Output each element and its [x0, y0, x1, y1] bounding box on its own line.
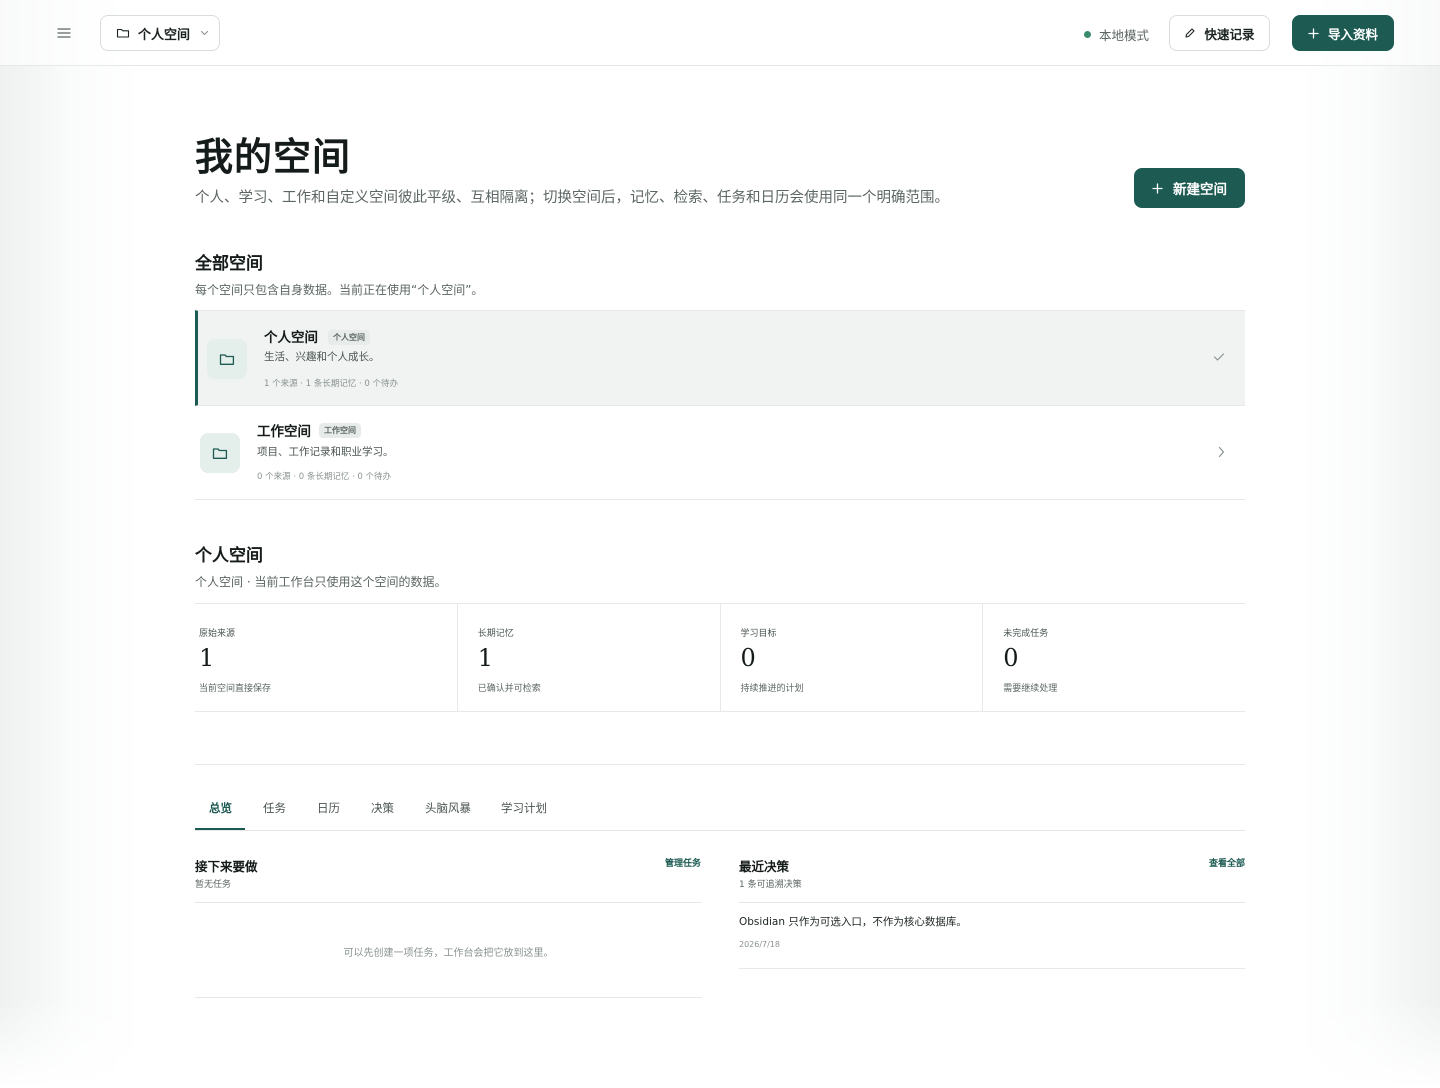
space-description: 生活、兴趣和个人成长。 [264, 351, 380, 363]
tab-tasks[interactable]: 任务 [263, 800, 286, 816]
stats-grid: 原始来源 1 当前空间直接保存 长期记忆 1 已确认并可检索 学习目标 0 持续… [195, 603, 1245, 712]
space-meta: 1 个来源 · 1 条长期记忆 · 0 个待办 [264, 379, 399, 389]
folder-icon [116, 28, 130, 38]
panel-divider [195, 997, 702, 998]
folder-icon [219, 353, 235, 365]
stat-label: 学习目标 [740, 629, 777, 639]
import-button[interactable]: 导入资料 [1292, 15, 1394, 51]
plus-icon [1308, 27, 1319, 39]
menu-button[interactable] [50, 19, 78, 47]
stat-label: 长期记忆 [477, 629, 514, 639]
recent-decisions-subtitle: 1 条可追溯决策 [739, 880, 802, 890]
import-label: 导入资料 [1327, 26, 1378, 42]
status-dot-icon [1084, 31, 1091, 38]
stat-label: 未完成任务 [1003, 629, 1049, 639]
new-space-button[interactable]: 新建空间 [1134, 168, 1245, 208]
current-space-title: 个人空间 [195, 546, 263, 566]
decision-item-text[interactable]: Obsidian 只作为可选入口，不作为核心数据库。 [739, 914, 967, 929]
panel-divider [739, 968, 1245, 969]
active-tab-indicator [195, 828, 245, 830]
stat-value: 1 [477, 644, 494, 672]
decision-item-date: 2026/7/18 [739, 940, 781, 949]
space-switcher-dropdown[interactable]: 个人空间 [100, 15, 220, 51]
empty-tasks-message: 可以先创建一项任务，工作台会把它放到这里。 [343, 948, 554, 959]
stat-note: 已确认并可检索 [477, 684, 541, 694]
hamburger-menu-icon [57, 28, 71, 38]
quick-record-button[interactable]: 快速记录 [1169, 15, 1270, 51]
stat-note: 当前空间直接保存 [199, 684, 272, 694]
tab-learning-plan[interactable]: 学习计划 [501, 800, 547, 816]
top-bar: 个人空间 本地模式 快速记录 导入资料 [0, 0, 1440, 66]
all-spaces-title: 全部空间 [195, 254, 263, 274]
bottom-fade [0, 998, 1440, 1088]
plus-icon [1152, 182, 1163, 194]
all-spaces-subtitle: 每个空间只包含自身数据。当前正在使用“个人空间”。 [195, 283, 484, 297]
stat-card-sources: 原始来源 1 当前空间直接保存 [195, 604, 458, 711]
space-item-personal[interactable]: 个人空间 个人空间 生活、兴趣和个人成长。 1 个来源 · 1 条长期记忆 · … [195, 310, 1245, 406]
next-up-title: 接下来要做 [195, 859, 258, 874]
stat-card-goals: 学习目标 0 持续推进的计划 [721, 604, 984, 711]
stat-label: 原始来源 [199, 629, 236, 639]
tab-overview[interactable]: 总览 [209, 800, 232, 816]
current-space-label: 个人空间 [138, 27, 191, 43]
page-description: 个人、学习、工作和自定义空间彼此平级、互相隔离；切换空间后，记忆、检索、任务和日… [195, 190, 949, 206]
stat-value: 1 [199, 644, 215, 672]
stat-card-memories: 长期记忆 1 已确认并可检索 [458, 604, 721, 711]
space-item-work[interactable]: 工作空间 工作空间 项目、工作记录和职业学习。 0 个来源 · 0 条长期记忆 … [195, 406, 1245, 500]
panel-divider [739, 902, 1245, 903]
chevron-right-icon [1218, 446, 1225, 458]
space-meta: 0 个来源 · 0 条长期记忆 · 0 个待办 [257, 472, 392, 482]
chevron-down-icon [200, 30, 209, 36]
page-title: 我的空间 [195, 134, 352, 179]
stat-note: 需要继续处理 [1003, 684, 1058, 694]
view-all-link[interactable]: 查看全部 [1209, 856, 1245, 869]
stat-note: 持续推进的计划 [740, 684, 804, 694]
new-space-label: 新建空间 [1173, 182, 1227, 198]
space-type-badge: 个人空间 [328, 330, 370, 345]
stat-value: 0 [740, 644, 756, 672]
current-space-subtitle: 个人空间 · 当前工作台只使用这个空间的数据。 [195, 575, 447, 589]
checkmark-icon [1213, 353, 1225, 361]
next-up-subtitle: 暂无任务 [195, 880, 232, 890]
space-name: 个人空间 [264, 330, 318, 346]
mode-label: 本地模式 [1099, 28, 1150, 43]
space-folder-badge [207, 339, 247, 379]
space-description: 项目、工作记录和职业学习。 [257, 446, 394, 458]
quick-record-label: 快速记录 [1204, 26, 1255, 42]
recent-decisions-title: 最近决策 [739, 859, 790, 874]
stat-card-tasks: 未完成任务 0 需要继续处理 [983, 604, 1245, 711]
space-type-badge: 工作空间 [319, 423, 361, 438]
space-name: 工作空间 [257, 424, 311, 440]
section-divider [195, 764, 1245, 765]
mode-indicator: 本地模式 [1084, 25, 1149, 44]
tab-brainstorm[interactable]: 头脑风暴 [425, 800, 471, 816]
space-folder-badge [200, 433, 240, 473]
panel-divider [195, 902, 702, 903]
stat-value: 0 [1003, 644, 1019, 672]
tab-calendar[interactable]: 日历 [317, 800, 340, 816]
tab-decisions[interactable]: 决策 [371, 800, 394, 816]
folder-icon [212, 447, 228, 459]
tab-bar: 总览 任务 日历 决策 头脑风暴 学习计划 [195, 786, 1245, 831]
pencil-icon [1185, 28, 1196, 38]
manage-tasks-link[interactable]: 管理任务 [665, 856, 701, 869]
